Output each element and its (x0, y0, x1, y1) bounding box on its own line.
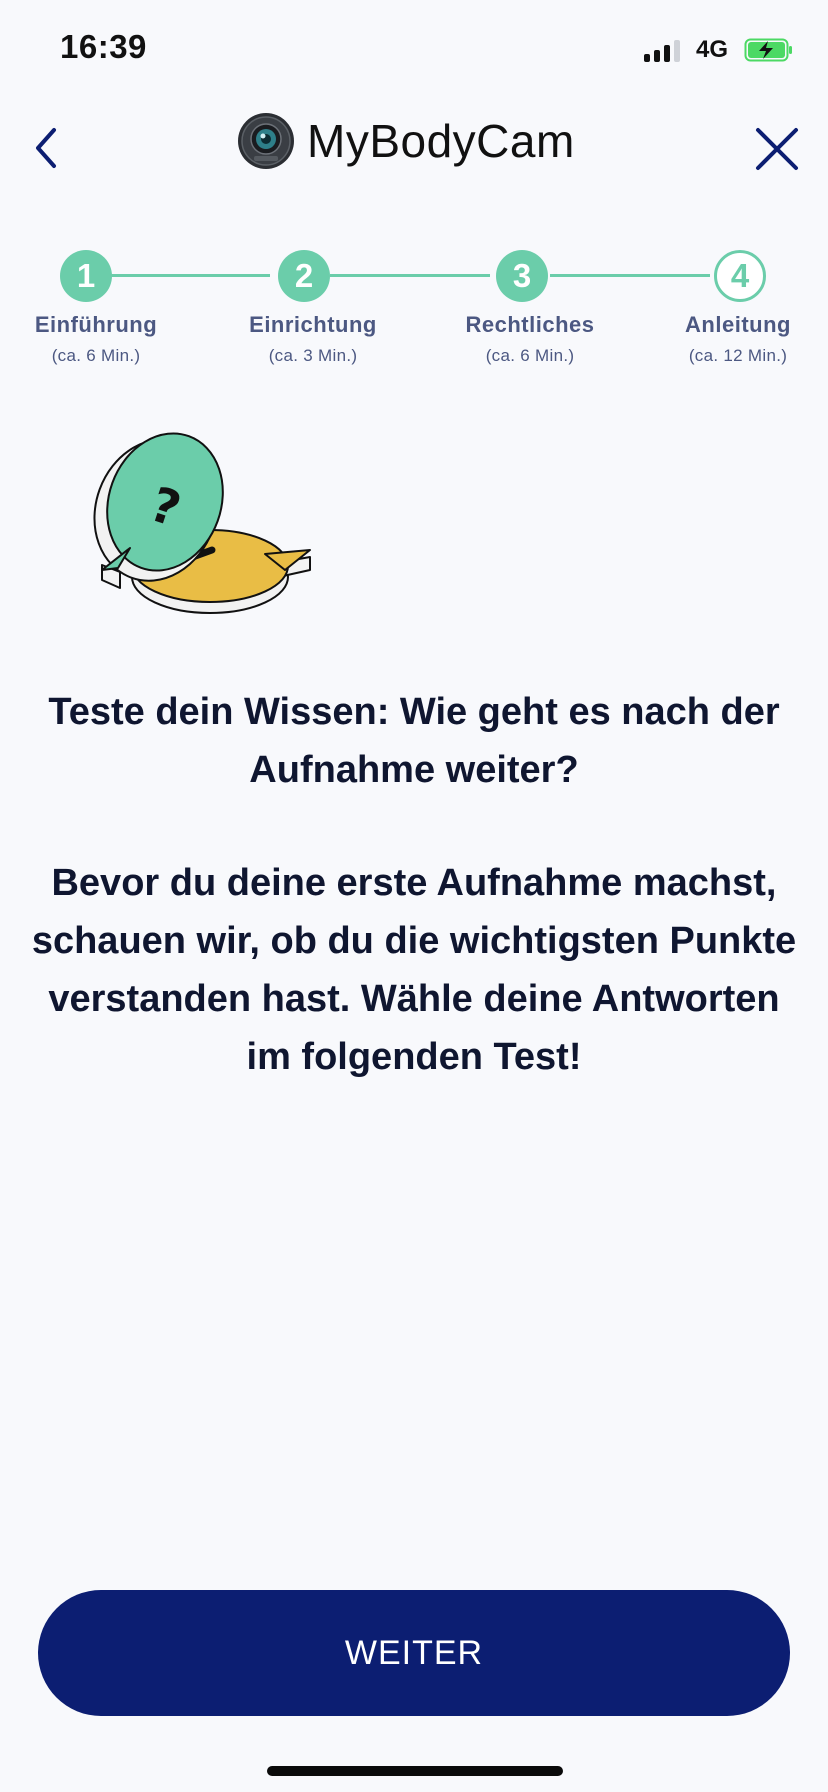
step-connector (550, 274, 710, 277)
step-2-label: Einrichtung (249, 312, 377, 337)
step-connector (110, 274, 270, 277)
camera-lens-icon (238, 113, 294, 169)
question-exclamation-bubbles-icon: ? (93, 432, 311, 614)
continue-button[interactable]: WEITER (38, 1590, 790, 1716)
app-title: MyBodyCam (307, 115, 575, 167)
step-connector (330, 274, 490, 277)
signal-icon (643, 38, 680, 62)
close-button[interactable] (752, 124, 802, 174)
step-4-duration: (ca. 12 Min.) (688, 346, 788, 365)
status-time: 16:39 (60, 28, 147, 65)
network-type: 4G (695, 36, 728, 63)
quiz-description: Bevor du deine erste Aufnahme machst, sc… (31, 862, 797, 1078)
step-1-label: Einführung (34, 312, 158, 337)
step-1-indicator[interactable]: 1 (60, 250, 112, 302)
app-logo: MyBodyCam (237, 112, 575, 170)
step-3-label: Rechtliches (465, 312, 595, 337)
battery-charging-icon (744, 38, 792, 62)
quiz-heading: Teste dein Wissen: Wie geht es nach der … (48, 691, 780, 791)
step-2-indicator[interactable]: 2 (278, 250, 330, 302)
step-4-indicator[interactable]: 4 (714, 250, 766, 302)
status-icons: 4G (643, 36, 794, 64)
home-indicator (267, 1766, 563, 1776)
step-3-duration: (ca. 6 Min.) (485, 346, 575, 365)
step-2-duration: (ca. 3 Min.) (268, 346, 358, 365)
step-1-duration: (ca. 6 Min.) (51, 346, 141, 365)
back-button[interactable] (30, 124, 64, 172)
step-4-label: Anleitung (685, 312, 791, 337)
step-3-indicator[interactable]: 3 (496, 250, 548, 302)
